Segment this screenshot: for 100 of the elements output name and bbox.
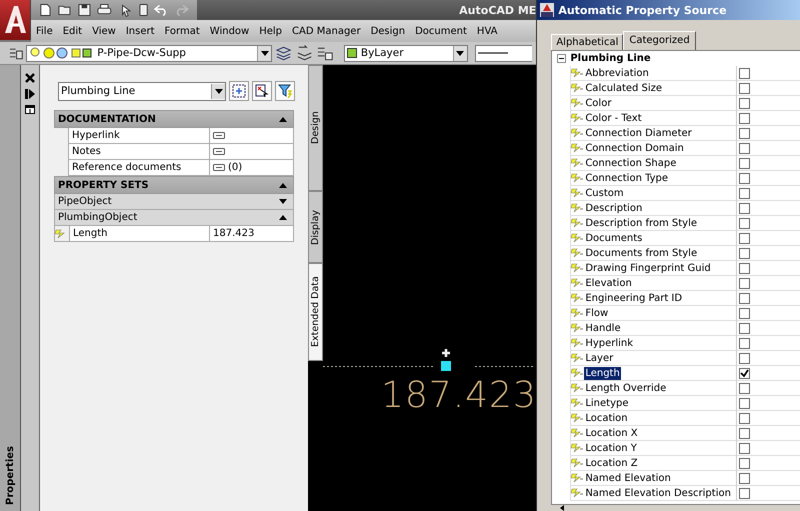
printer-icon[interactable] (97, 3, 112, 17)
grip-handle[interactable] (441, 361, 451, 371)
property-set-header[interactable]: PipeObject (54, 194, 294, 210)
checkbox[interactable] (739, 142, 750, 154)
side-tab[interactable]: Display (308, 191, 323, 263)
property-name[interactable]: Abbreviation (584, 66, 650, 80)
layers-list-icon[interactable] (316, 45, 333, 61)
property-name[interactable]: Connection Type (584, 172, 670, 184)
edit-field-icon[interactable] (213, 148, 225, 155)
layers-swap-icon[interactable] (296, 45, 313, 61)
menu-item[interactable]: CAD Manager (287, 26, 366, 36)
property-name[interactable]: Location (584, 412, 629, 424)
side-tab[interactable]: Design (308, 65, 323, 191)
checkbox[interactable] (739, 292, 750, 304)
property-name[interactable]: Documents (584, 232, 644, 244)
checkbox[interactable] (739, 232, 750, 244)
property-name[interactable]: Connection Domain (584, 142, 685, 154)
edit-field-icon[interactable] (213, 132, 225, 139)
menu-item[interactable]: Window (204, 26, 254, 36)
section-header[interactable]: PROPERTY SETS (54, 176, 294, 194)
checkbox[interactable] (739, 218, 750, 228)
property-name[interactable]: Location X (584, 426, 639, 440)
color-dropdown[interactable]: ByLayer (344, 44, 468, 62)
new-file-icon[interactable] (39, 3, 52, 17)
open-folder-icon[interactable] (58, 3, 72, 17)
property-name[interactable]: Connection Diameter (584, 126, 693, 140)
menu-item[interactable]: File (31, 26, 58, 36)
menu-item[interactable]: Help (254, 26, 288, 36)
checkbox[interactable] (739, 412, 750, 424)
property-name[interactable]: Location Y (584, 442, 638, 454)
menu-item[interactable]: Edit (58, 26, 88, 36)
property-name[interactable]: Custom (584, 186, 625, 200)
menu-item[interactable]: Document (410, 26, 472, 36)
edit-field-icon[interactable] (213, 164, 225, 171)
checkbox[interactable] (739, 68, 750, 78)
checkbox[interactable] (739, 202, 750, 214)
select-objects-button[interactable] (252, 81, 272, 101)
checkbox[interactable] (739, 338, 750, 348)
property-name[interactable]: Description (584, 202, 644, 214)
autohide-icon[interactable] (25, 89, 35, 99)
property-name[interactable]: Elevation (584, 276, 633, 290)
section-header[interactable]: DOCUMENTATION (54, 110, 294, 128)
property-name[interactable]: Engineering Part ID (584, 292, 684, 304)
checkbox[interactable] (739, 128, 750, 138)
menu-item[interactable]: Design (366, 26, 410, 36)
property-name[interactable]: Named Elevation (584, 472, 672, 484)
property-name[interactable]: Length (584, 366, 621, 380)
property-set-header[interactable]: PlumbingObject (54, 210, 294, 226)
dropdown-arrow-icon[interactable] (214, 88, 222, 94)
move-grip-icon[interactable] (442, 349, 450, 357)
checkbox[interactable] (739, 352, 750, 364)
property-name[interactable]: Length Override (584, 382, 668, 394)
checkbox[interactable] (739, 322, 750, 334)
property-name[interactable]: Handle (584, 322, 622, 334)
menu-item[interactable]: HVA (472, 26, 502, 36)
object-type-dropdown[interactable]: Plumbing Line (58, 82, 226, 100)
filter-button[interactable] (275, 81, 295, 101)
dropdown-arrow-icon[interactable] (456, 50, 464, 56)
checkbox[interactable] (739, 488, 750, 498)
checkbox[interactable] (739, 278, 750, 288)
property-name[interactable]: Hyperlink (584, 336, 634, 350)
close-icon[interactable] (25, 73, 35, 83)
checkbox[interactable] (739, 428, 750, 438)
checkbox[interactable] (739, 112, 750, 124)
palette-menu-icon[interactable] (25, 105, 35, 114)
menu-item[interactable]: View (87, 26, 121, 36)
dropdown-arrow-icon[interactable] (260, 50, 269, 56)
checkbox[interactable] (739, 98, 750, 108)
menu-item[interactable]: Format (160, 26, 205, 36)
checkbox[interactable] (739, 398, 750, 408)
checkbox[interactable] (739, 248, 750, 258)
checkbox[interactable] (739, 172, 750, 184)
checkbox[interactable] (739, 308, 750, 318)
linetype-dropdown[interactable] (474, 44, 532, 62)
property-name[interactable]: Color - Text (584, 112, 643, 124)
undo-icon[interactable] (154, 3, 168, 17)
property-name[interactable]: Location Z (584, 456, 639, 470)
menu-item[interactable]: Insert (120, 26, 160, 36)
property-name[interactable]: Linetype (584, 396, 630, 410)
checkbox[interactable] (739, 458, 750, 468)
checkbox[interactable] (739, 188, 750, 198)
save-icon[interactable] (78, 3, 92, 17)
property-name[interactable]: Layer (584, 352, 614, 364)
checkbox[interactable] (739, 368, 750, 378)
tab[interactable]: Categorized (623, 31, 696, 50)
checkbox[interactable] (739, 442, 750, 454)
quick-select-button[interactable] (229, 81, 249, 101)
layer-dropdown[interactable]: P-Pipe-Dcw-Supp (26, 44, 272, 62)
property-name[interactable]: Connection Shape (584, 156, 678, 170)
property-name[interactable]: Color (584, 96, 612, 110)
layers-icon[interactable] (275, 45, 293, 61)
property-name[interactable]: Named Elevation Description (584, 486, 732, 500)
side-tab[interactable]: Extended Data (308, 263, 323, 361)
checkbox[interactable] (739, 382, 750, 394)
checkbox[interactable] (739, 82, 750, 94)
property-name[interactable]: Description from Style (584, 216, 698, 230)
property-name[interactable]: Drawing Fingerprint Guid (584, 262, 712, 274)
checkbox[interactable] (739, 262, 750, 274)
property-name[interactable]: Calculated Size (584, 82, 664, 94)
app-logo-icon[interactable] (0, 0, 31, 40)
